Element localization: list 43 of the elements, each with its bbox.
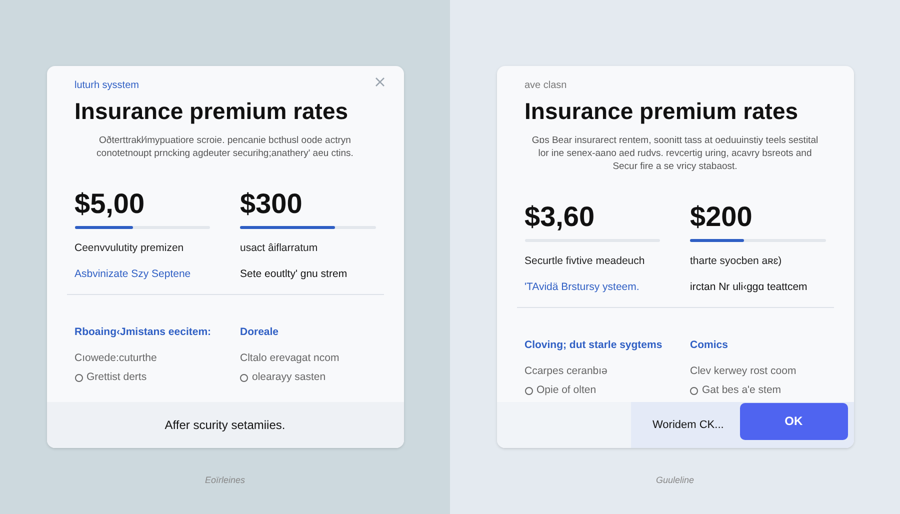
price-note: Asbvinizate Szy Septene xyxy=(74,266,192,282)
description-text: Oðterttrakl⁄imypuatiore scroie. pencanie bcthusl oode actryn conotetnoupt prncking agdeuter securihg;anathery' aeu ctins. xyxy=(96,134,354,160)
radio-icon[interactable] xyxy=(74,374,82,382)
option-label: olearayy sasten xyxy=(252,370,326,385)
option-label: Gat bes a'e stem xyxy=(702,382,782,398)
section-heading: Doreale xyxy=(240,325,280,340)
section-text: Cıowede:cuturthe xyxy=(74,351,158,366)
footer-text: Woridem CK... xyxy=(652,418,724,433)
price-label: Ceenvvulutity premizen xyxy=(74,240,185,256)
radio-icon[interactable] xyxy=(690,386,698,395)
radio-option[interactable]: olearayy sasten xyxy=(240,370,376,386)
price-note: Sete eoutlty' gnu strem xyxy=(240,266,348,282)
description-text: Gɒs Bear insurarect rentem, soonitt tass at oeduuinstiy teels sestital lor ine senex-aano aed rudvs. revcertig uring, acavry bsreots and Secur fire a se vricy stabaost. xyxy=(530,134,820,173)
radio-option[interactable]: Grettist derts xyxy=(74,370,210,386)
price-amount: $3,60 xyxy=(524,202,596,231)
price-note: irctan Nr uli‹ggɑ teattcem xyxy=(690,280,808,294)
section-heading: Rboaing‹Jmistans eecitem: xyxy=(74,325,210,340)
radio-option[interactable]: Opie of olten xyxy=(524,382,660,398)
price-label: tharte syocben aʀɛ) xyxy=(690,254,783,269)
price-amount: $300 xyxy=(240,190,304,218)
price-note: 'TAvidä Brstursy ysteem. xyxy=(524,280,640,294)
section-heading: Comics xyxy=(690,338,729,354)
option-label: Grettist derts xyxy=(86,370,147,385)
radio-option[interactable]: Gat bes a'e stem xyxy=(690,382,826,398)
dialog-title: Insurance premium rates xyxy=(524,97,800,126)
eyebrow-label: ave clasn xyxy=(524,79,568,93)
option-label: Opie of olten xyxy=(536,382,596,398)
price-label: usact âiflarratum xyxy=(240,240,319,256)
section-heading: Cloving; dut starle sygtems xyxy=(524,338,660,354)
section-text: Ccarpes ceranbıə xyxy=(524,364,608,379)
ok-button[interactable]: OK xyxy=(740,402,848,440)
caption-text: Eoïrleines xyxy=(204,474,246,487)
radio-icon[interactable] xyxy=(524,386,532,395)
radio-icon[interactable] xyxy=(240,374,248,382)
caption-text: Guuleline xyxy=(656,474,694,487)
section-text: Clev kerwey rost coom xyxy=(690,364,798,379)
section-text: Cltalo erevagat ncom xyxy=(240,351,340,366)
price-amount: $5,00 xyxy=(74,190,146,218)
price-amount: $200 xyxy=(690,202,754,231)
price-label: Securtle fivtive meadeuch xyxy=(524,254,646,269)
eyebrow-label: luturh sysstem xyxy=(74,79,140,93)
dialog-title: Insurance premium rates xyxy=(74,97,350,126)
footer-text: Affer scurity setamiies. xyxy=(164,417,286,434)
